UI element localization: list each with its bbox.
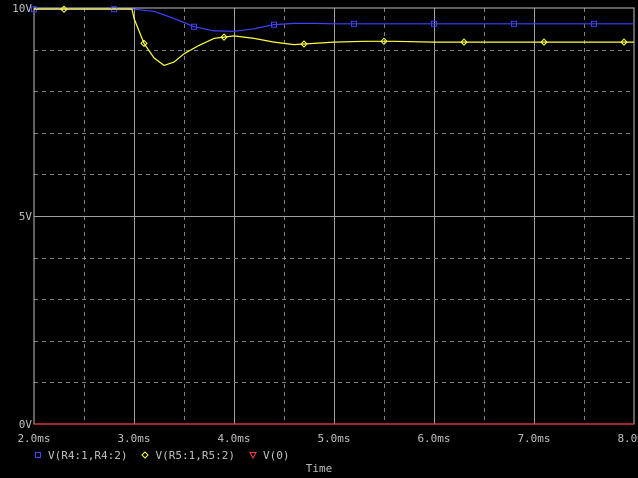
chart-plot: 2.0ms 3.0ms 4.0ms 5.0ms 6.0ms 7.0ms 8.0ms 0V 5V 1… <box>0 0 638 478</box>
legend-item: V(0) <box>249 448 290 462</box>
legend-label: V(R4:1,R4:2) <box>48 448 128 462</box>
legend-marker <box>141 451 150 459</box>
x-tick-label: 6.0ms <box>417 432 450 445</box>
legend-marker <box>35 452 41 458</box>
y-tick-label: 0V <box>19 418 33 431</box>
x-tick-label: 7.0ms <box>517 432 550 445</box>
triangle-marker-icon <box>249 452 257 459</box>
legend-label: V(R5:1,R5:2) <box>155 448 235 462</box>
plot-background <box>0 0 638 478</box>
square-marker-icon <box>35 452 41 458</box>
x-axis-label: Time <box>305 462 333 475</box>
diamond-marker-icon <box>141 451 150 459</box>
y-tick-label: 5V <box>19 210 33 223</box>
legend-label: V(0) <box>262 448 290 462</box>
x-tick-label: 4.0ms <box>217 432 250 445</box>
x-tick-label: 3.0ms <box>117 432 150 445</box>
legend-marker <box>249 452 257 459</box>
legend-item: V(R5:1,R5:2) <box>141 448 235 462</box>
y-tick-label: 10V <box>12 2 32 15</box>
x-tick-label: 5.0ms <box>317 432 350 445</box>
legend: V(R4:1,R4:2) V(R5:1,R5:2) V(0) <box>34 447 289 463</box>
x-tick-label: 2.0ms <box>17 432 50 445</box>
x-tick-label: 8.0ms <box>617 432 638 445</box>
legend-item: V(R4:1,R4:2) <box>34 449 127 462</box>
